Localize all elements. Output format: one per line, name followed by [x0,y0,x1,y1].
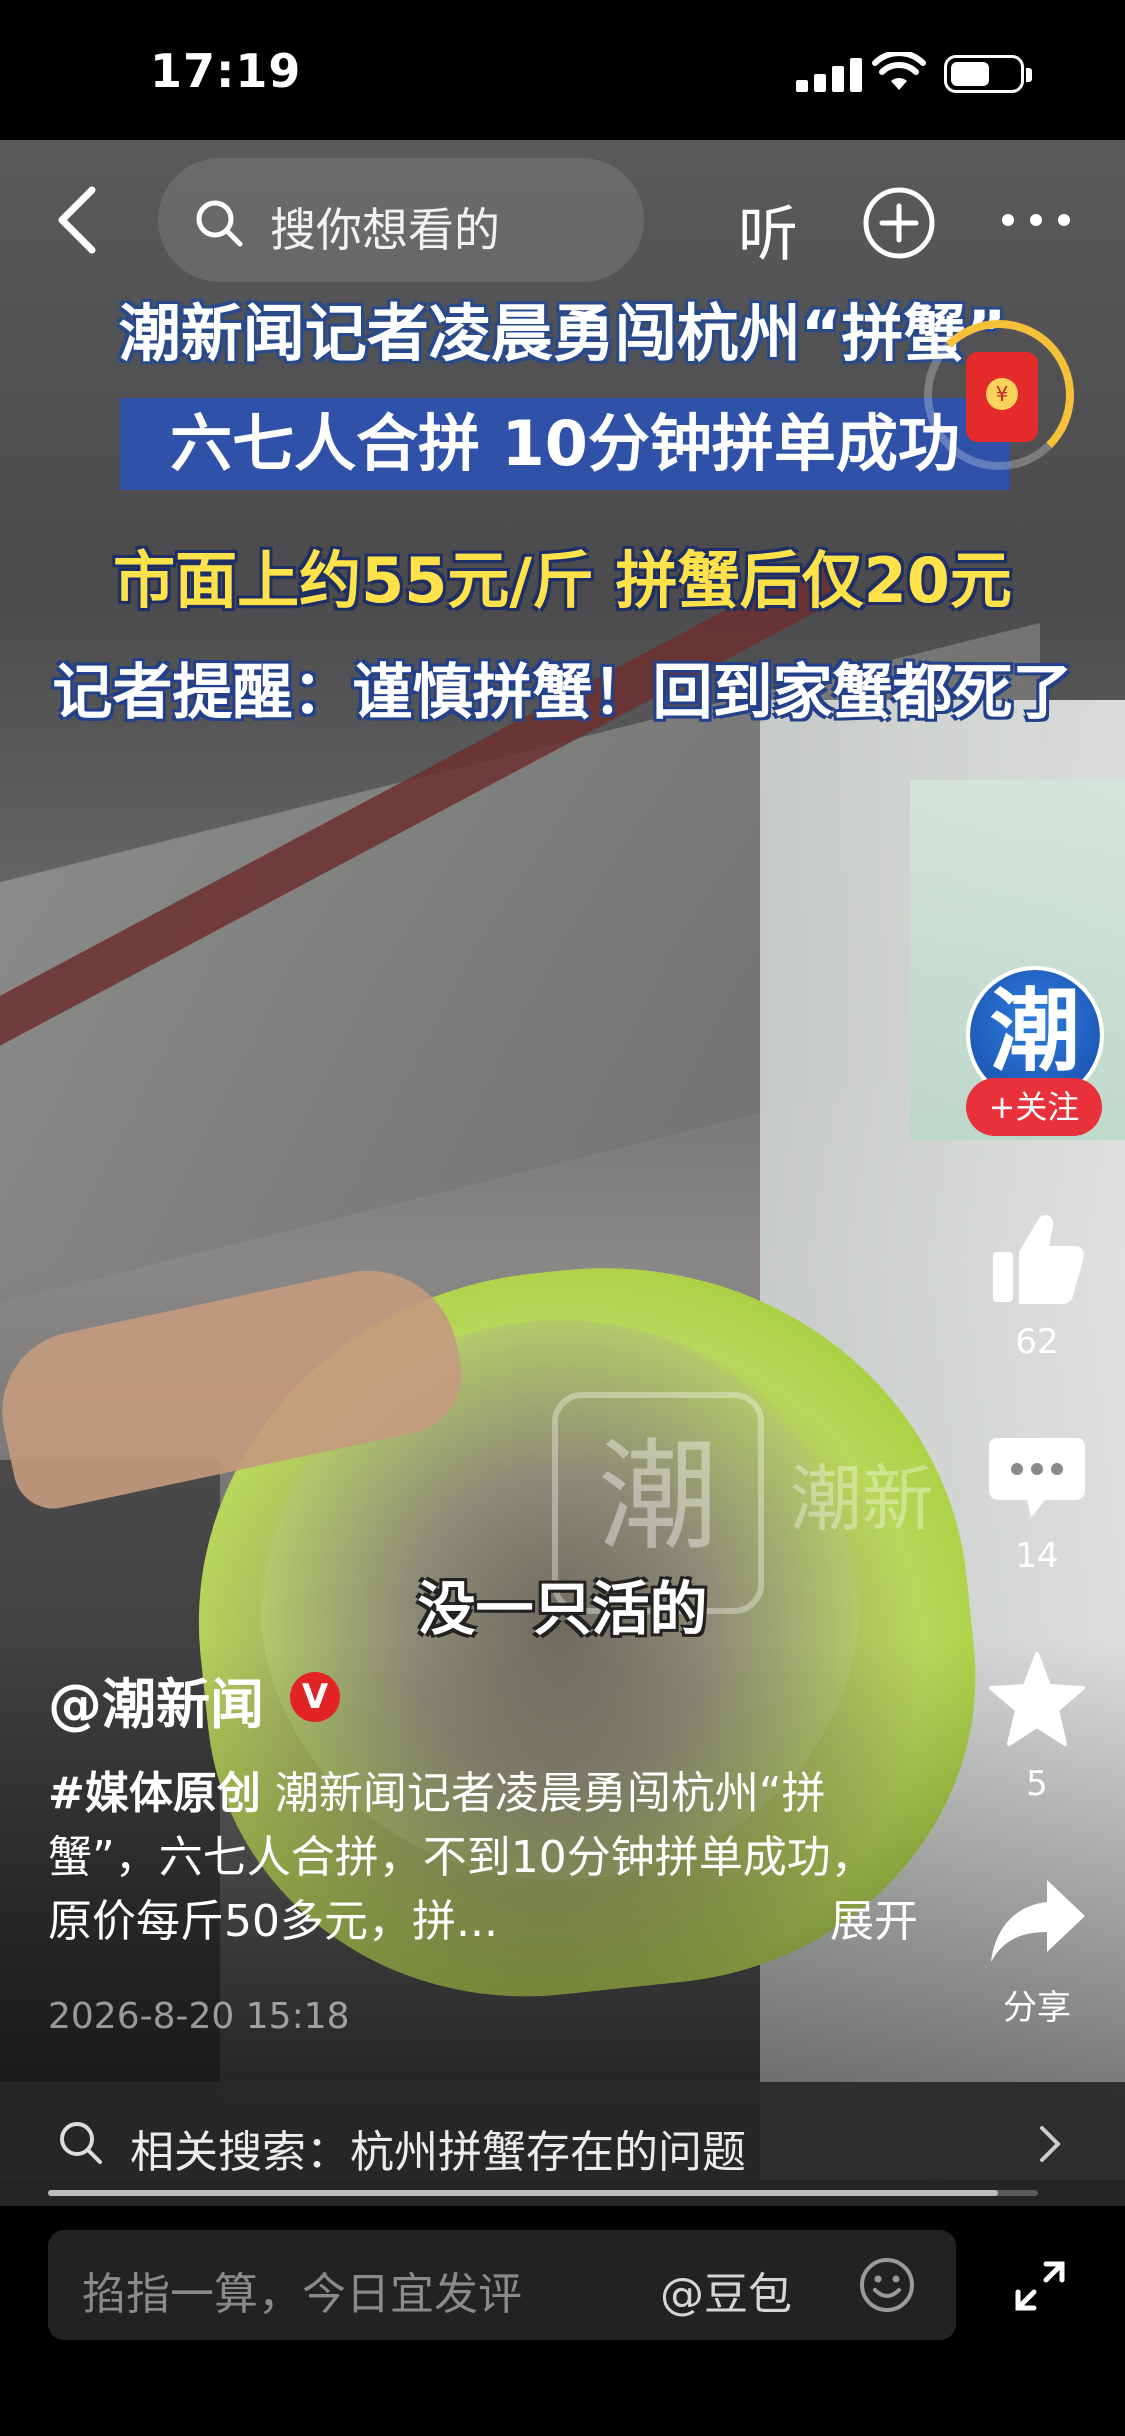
comment-placeholder: 掐指一算，今日宜发评 [82,2269,522,2320]
follow-button[interactable]: +关注 [966,1078,1102,1136]
fullscreen-icon[interactable] [1012,2258,1068,2314]
expand-button[interactable]: 展开 [830,1890,918,1954]
top-bar: 搜你想看的 听 [0,150,1125,290]
share-label: 分享 [1003,1988,1071,2028]
author-name[interactable]: @潮新闻 [48,1660,264,1739]
comment-icon [989,1438,1085,1518]
star-icon [989,1652,1085,1746]
share-arrow-icon [991,1880,1085,1962]
search-placeholder: 搜你想看的 [270,203,500,257]
red-packet-coin: ¥ [986,378,1018,410]
comment-count: 14 [1015,1536,1059,1576]
video-headline-3: 市面上约55元/斤 拼蟹后仅20元 [113,544,1012,617]
related-search-text: 相关搜索：杭州拼蟹存在的问题 [130,2127,746,2178]
comment-bar: 掐指一算，今日宜发评 @豆包 [0,2206,1125,2436]
cellular-signal-icon [796,58,862,92]
wifi-icon [872,52,926,90]
video-headline-4: 记者提醒：谨慎拼蟹！回到家蟹都死了 [52,658,1073,728]
share-button[interactable]: 分享 [978,1876,1096,2029]
related-search-bar[interactable]: 相关搜索：杭州拼蟹存在的问题 [0,2082,1125,2206]
video-headline-2: 六七人合拼 10分钟拼单成功 [120,398,1010,490]
search-icon [60,2122,102,2164]
playback-progress-fill [48,2190,999,2196]
back-icon[interactable] [48,182,118,258]
favorite-count: 5 [1026,1764,1048,1804]
video-subtitle: 没一只活的 [417,1575,708,1643]
search-box[interactable]: 搜你想看的 [158,158,644,282]
like-button[interactable]: 62 [978,1208,1096,1362]
thumbs-up-icon [993,1215,1084,1304]
hashtag[interactable]: #媒体原创 [48,1768,261,1819]
playback-progress-bar[interactable] [48,2190,1038,2196]
chevron-right-icon [1040,2126,1061,2162]
listen-button[interactable]: 听 [738,186,798,273]
favorite-button[interactable]: 5 [978,1650,1096,1804]
battery-icon [944,55,1032,93]
watermark-text: 潮新 [790,1457,935,1541]
like-count: 62 [1015,1322,1059,1362]
red-packet-button[interactable]: ¥ [924,320,1074,470]
status-time: 17:19 [150,44,302,98]
comment-input[interactable]: 掐指一算，今日宜发评 @豆包 [48,2230,956,2340]
emoji-icon[interactable] [858,2256,916,2314]
post-description[interactable]: #媒体原创 潮新闻记者凌晨勇闯杭州“拼蟹”，六七人合拼，不到10分钟拼单成功，原… [48,1762,918,1954]
add-icon[interactable] [862,186,936,260]
status-bar: 17:19 [0,0,1125,140]
more-icon[interactable] [1000,210,1072,230]
verified-badge: V [290,1672,340,1722]
search-icon [196,200,243,247]
post-date: 2026-8-20 15:18 [48,1996,350,2037]
red-envelope-icon: ¥ [966,352,1038,442]
mention-button[interactable]: @豆包 [660,2258,792,2322]
comment-button[interactable]: 14 [978,1432,1096,1576]
